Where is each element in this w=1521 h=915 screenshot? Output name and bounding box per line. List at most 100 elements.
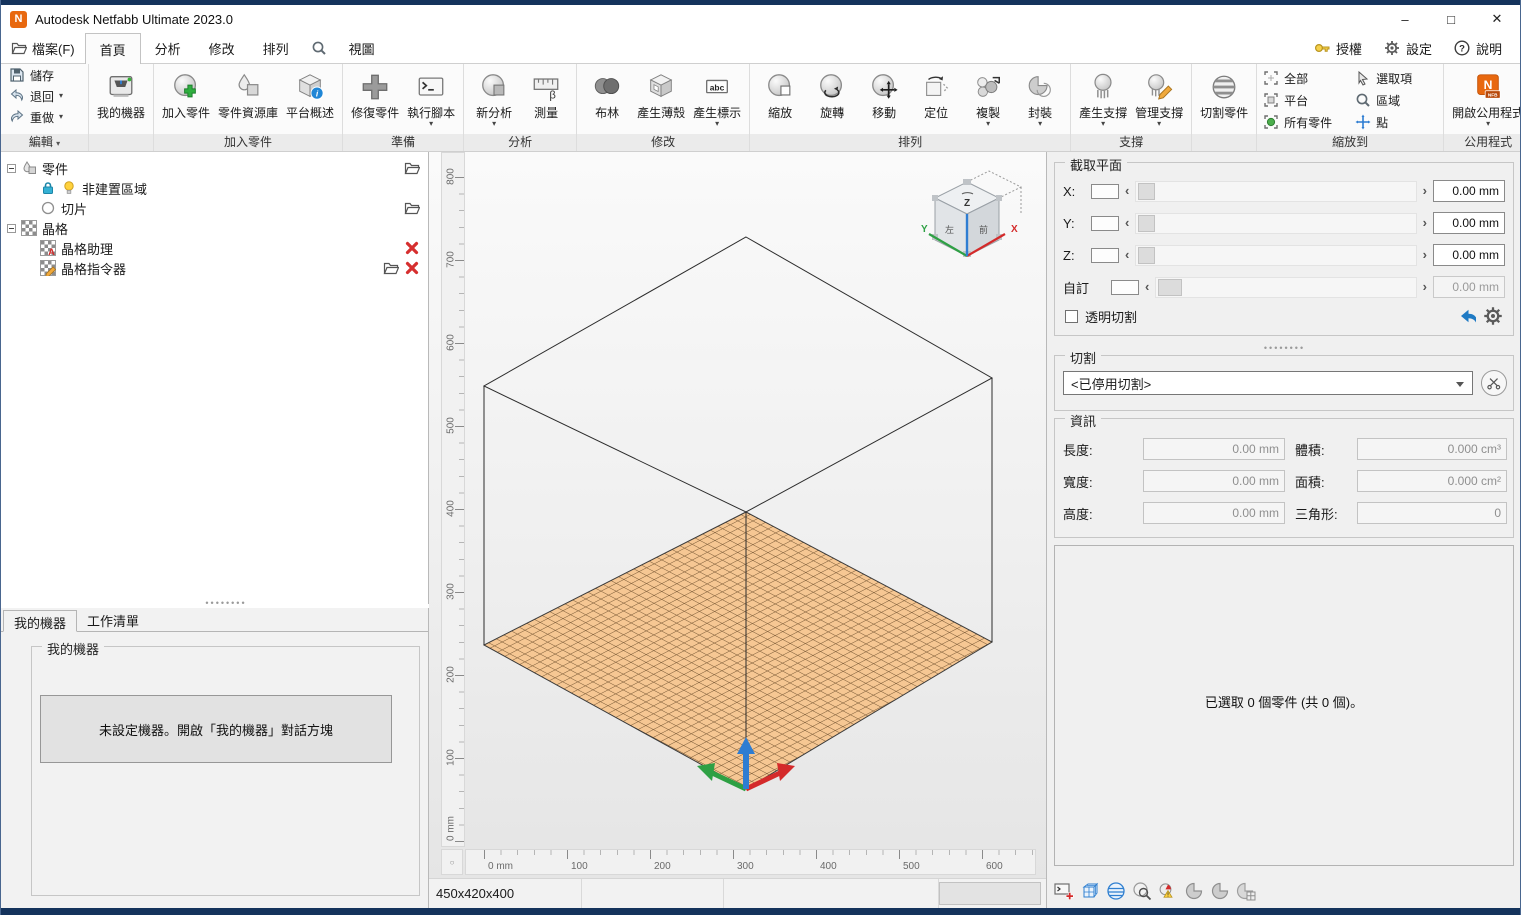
settings-button[interactable]: 設定 [1384,39,1432,58]
create-shell-button[interactable]: 產生薄殼 [633,66,689,121]
dropdown-arrow-icon[interactable]: ▾ [492,120,496,128]
group-label-edit[interactable]: 編輯 ▾ [1,134,88,151]
dropdown-arrow-icon[interactable]: ▾ [1038,120,1042,128]
zoom-all-button[interactable]: 全部 [1263,67,1355,89]
slider-right-arrow[interactable]: › [1423,186,1427,196]
tab-home[interactable]: 首頁 [85,33,141,64]
new-script-icon[interactable] [1054,881,1074,901]
file-menu-button[interactable]: 檔案(F) [1,33,85,63]
open-folder-icon[interactable] [404,200,420,216]
tree-item-lattice-commander[interactable]: 晶格指令器 [1,258,428,278]
maximize-button[interactable]: □ [1428,5,1474,33]
tree-item-lattice[interactable]: 晶格 [1,218,428,238]
repair-part-button[interactable]: 修復零件 [347,66,403,121]
part-library-button[interactable]: 零件資源庫 [214,66,282,121]
tree-item-slices[interactable]: 切片 [1,198,428,218]
clip-y-slider[interactable] [1135,213,1416,234]
slider-left-arrow[interactable]: ‹ [1125,186,1129,196]
viewport-3d[interactable]: Y X Z 左 前 800 700 600 500 400 300 200 10… [429,152,1046,878]
zoom-region-button[interactable]: 區域 [1355,89,1441,111]
tree-item-parts[interactable]: 零件 [1,158,428,178]
slider-right-arrow[interactable]: › [1423,282,1427,292]
redo-button[interactable]: 重做▾ [9,108,63,126]
view-cube-left-face-label[interactable]: 左 [945,224,954,235]
create-support-button[interactable]: 產生支撐 ▾ [1075,66,1131,129]
open-folder-icon[interactable] [404,160,420,176]
tab-my-machine[interactable]: 我的機器 [3,610,77,632]
slider-right-arrow[interactable]: › [1423,250,1427,260]
new-analysis-button[interactable]: 新分析 ▾ [468,66,520,129]
clip-z-value[interactable]: 0.00 mm [1433,244,1505,266]
save-button[interactable]: 儲存 [9,66,54,84]
history-icon[interactable] [1184,881,1204,901]
orient-button[interactable]: 定位 [910,66,962,121]
slice-view-icon[interactable] [1106,881,1126,901]
setup-machine-button[interactable]: 未設定機器。開啟「我的機器」對話方塊 [40,695,392,763]
packing-button[interactable]: 封裝 ▾ [1014,66,1066,129]
platform-overview-button[interactable]: 平台概述 [282,66,338,121]
clip-z-slider[interactable] [1135,245,1416,266]
cut-mode-select[interactable]: <已停用切割> [1063,371,1473,395]
history-icon[interactable] [1210,881,1230,901]
dropdown-arrow-icon[interactable]: ▾ [715,120,719,128]
bulb-icon[interactable] [61,180,77,196]
analysis-warning-icon[interactable] [1158,881,1178,901]
move-button[interactable]: 移動 [858,66,910,121]
view-cube[interactable]: Y X Z 左 前 [915,168,1025,268]
ruler-origin-button[interactable]: ○ [441,849,463,875]
clip-enable-checkbox[interactable] [1111,280,1139,295]
dropdown-arrow-icon[interactable]: ▾ [986,120,990,128]
dropdown-arrow-icon[interactable]: ▾ [59,113,63,121]
tree-item-lattice-assistant[interactable]: 晶格助理 [1,238,428,258]
execute-cut-button[interactable] [1481,370,1507,396]
zoom-platform-button[interactable]: 平台 [1263,89,1355,111]
lattice-view-icon[interactable] [1080,881,1100,901]
clip-custom-slider[interactable] [1155,277,1416,298]
inspect-icon[interactable] [1132,881,1152,901]
help-button[interactable]: 說明 [1454,39,1502,58]
tree-item-no-build-zone[interactable]: 非建置區域 [1,178,428,198]
clip-enable-checkbox[interactable] [1091,248,1119,263]
manage-support-button[interactable]: 管理支撐 ▾ [1131,66,1187,129]
add-part-button[interactable]: 加入零件 [158,66,214,121]
zoom-selection-button[interactable]: 選取項 [1355,67,1441,89]
undo-button[interactable]: 退回▾ [9,87,63,105]
license-button[interactable]: 授權 [1314,39,1362,58]
slider-left-arrow[interactable]: ‹ [1125,218,1129,228]
boolean-button[interactable]: 布林 [581,66,633,121]
clipping-settings-gear-icon[interactable] [1483,306,1503,326]
clip-enable-checkbox[interactable] [1091,216,1119,231]
tab-view[interactable]: 視圖 [335,33,389,63]
dropdown-arrow-icon[interactable]: ▾ [1101,120,1105,128]
search-button[interactable] [303,33,335,63]
minimize-button[interactable]: – [1382,5,1428,33]
delete-icon[interactable] [404,240,420,256]
duplicate-button[interactable]: 複製 ▾ [962,66,1014,129]
slider-left-arrow[interactable]: ‹ [1125,250,1129,260]
slider-left-arrow[interactable]: ‹ [1145,282,1149,292]
panel-splitter[interactable]: •••••••• [1047,343,1521,353]
dropdown-arrow-icon[interactable]: ▾ [1486,120,1490,128]
tab-job-list[interactable]: 工作清單 [77,609,149,631]
tab-analysis[interactable]: 分析 [141,33,195,63]
transparent-cut-checkbox[interactable] [1065,310,1078,323]
slider-thumb[interactable] [1158,279,1182,296]
reset-clipping-icon[interactable] [1456,306,1476,326]
slider-thumb[interactable] [1138,183,1155,200]
slider-thumb[interactable] [1138,247,1155,264]
open-utility-button[interactable]: 開啟公用程式 ▾ [1448,66,1521,129]
dropdown-arrow-icon[interactable]: ▾ [1157,120,1161,128]
view-cube-front-face-label[interactable]: 前 [979,224,988,235]
scale-button[interactable]: 縮放 [754,66,806,121]
tab-modify[interactable]: 修改 [195,33,249,63]
collapse-icon[interactable] [7,224,16,233]
cut-part-button[interactable]: 切割零件 [1196,66,1252,121]
dropdown-arrow-icon[interactable]: ▾ [59,92,63,100]
history-grid-icon[interactable] [1236,881,1256,901]
clip-x-value[interactable]: 0.00 mm [1433,180,1505,202]
measure-button[interactable]: 測量 [520,66,572,121]
clip-enable-checkbox[interactable] [1091,184,1119,199]
collapse-icon[interactable] [7,164,16,173]
open-folder-icon[interactable] [383,260,399,276]
zoom-all-parts-button[interactable]: 所有零件 [1263,111,1355,133]
